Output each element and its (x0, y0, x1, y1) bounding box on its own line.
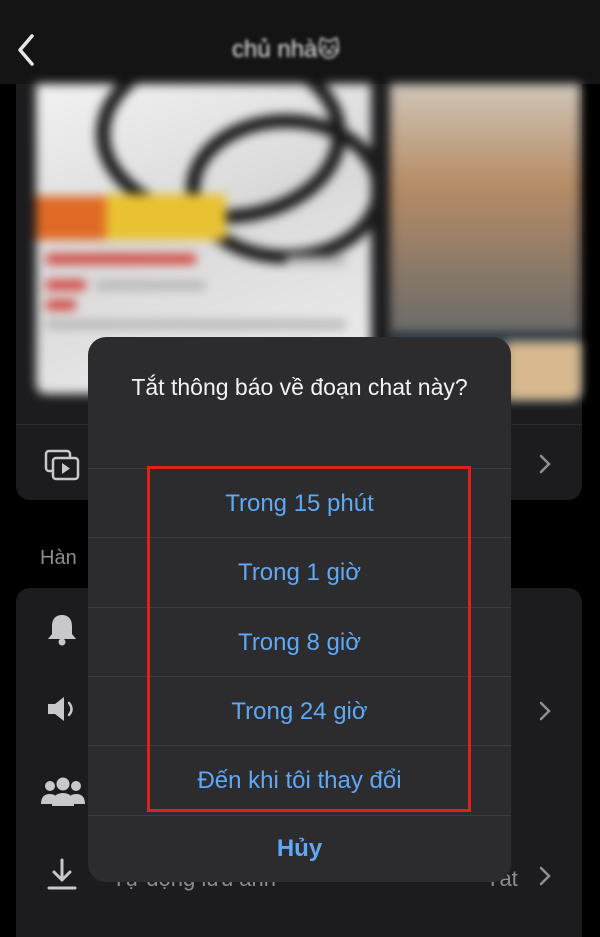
bell-icon (46, 612, 78, 651)
download-icon (46, 858, 78, 897)
mute-notifications-sheet: Tắt thông báo về đoạn chat này? Trong 15… (88, 337, 511, 882)
cat-emoji: 🐱 (317, 37, 341, 62)
media-thumbnail[interactable] (506, 342, 581, 400)
chevron-right-icon (538, 865, 552, 887)
mute-until-changed-option[interactable]: Đến khi tôi thay đổi (88, 745, 511, 815)
chevron-right-icon (538, 700, 552, 722)
header-bar: chủ nhà🐱 (0, 0, 600, 84)
mute-8-hours-option[interactable]: Trong 8 giờ (88, 607, 511, 677)
media-thumbnail[interactable] (390, 84, 580, 334)
section-label: Hàn (40, 547, 77, 569)
mute-1-hour-option[interactable]: Trong 1 giờ (88, 537, 511, 607)
media-gallery-icon (44, 449, 80, 481)
speaker-icon (46, 694, 80, 729)
mute-24-hours-option[interactable]: Trong 24 giờ (88, 676, 511, 746)
group-members-icon (40, 776, 86, 813)
mute-15-minutes-option[interactable]: Trong 15 phút (88, 468, 511, 538)
page-title-text: chủ nhà (232, 36, 318, 63)
sheet-title: Tắt thông báo về đoạn chat này? (131, 374, 468, 400)
page-title: chủ nhà🐱 (232, 36, 340, 64)
chevron-right-icon (538, 453, 552, 475)
back-chevron-icon[interactable] (12, 30, 42, 70)
cancel-button[interactable]: Hủy (88, 815, 511, 882)
